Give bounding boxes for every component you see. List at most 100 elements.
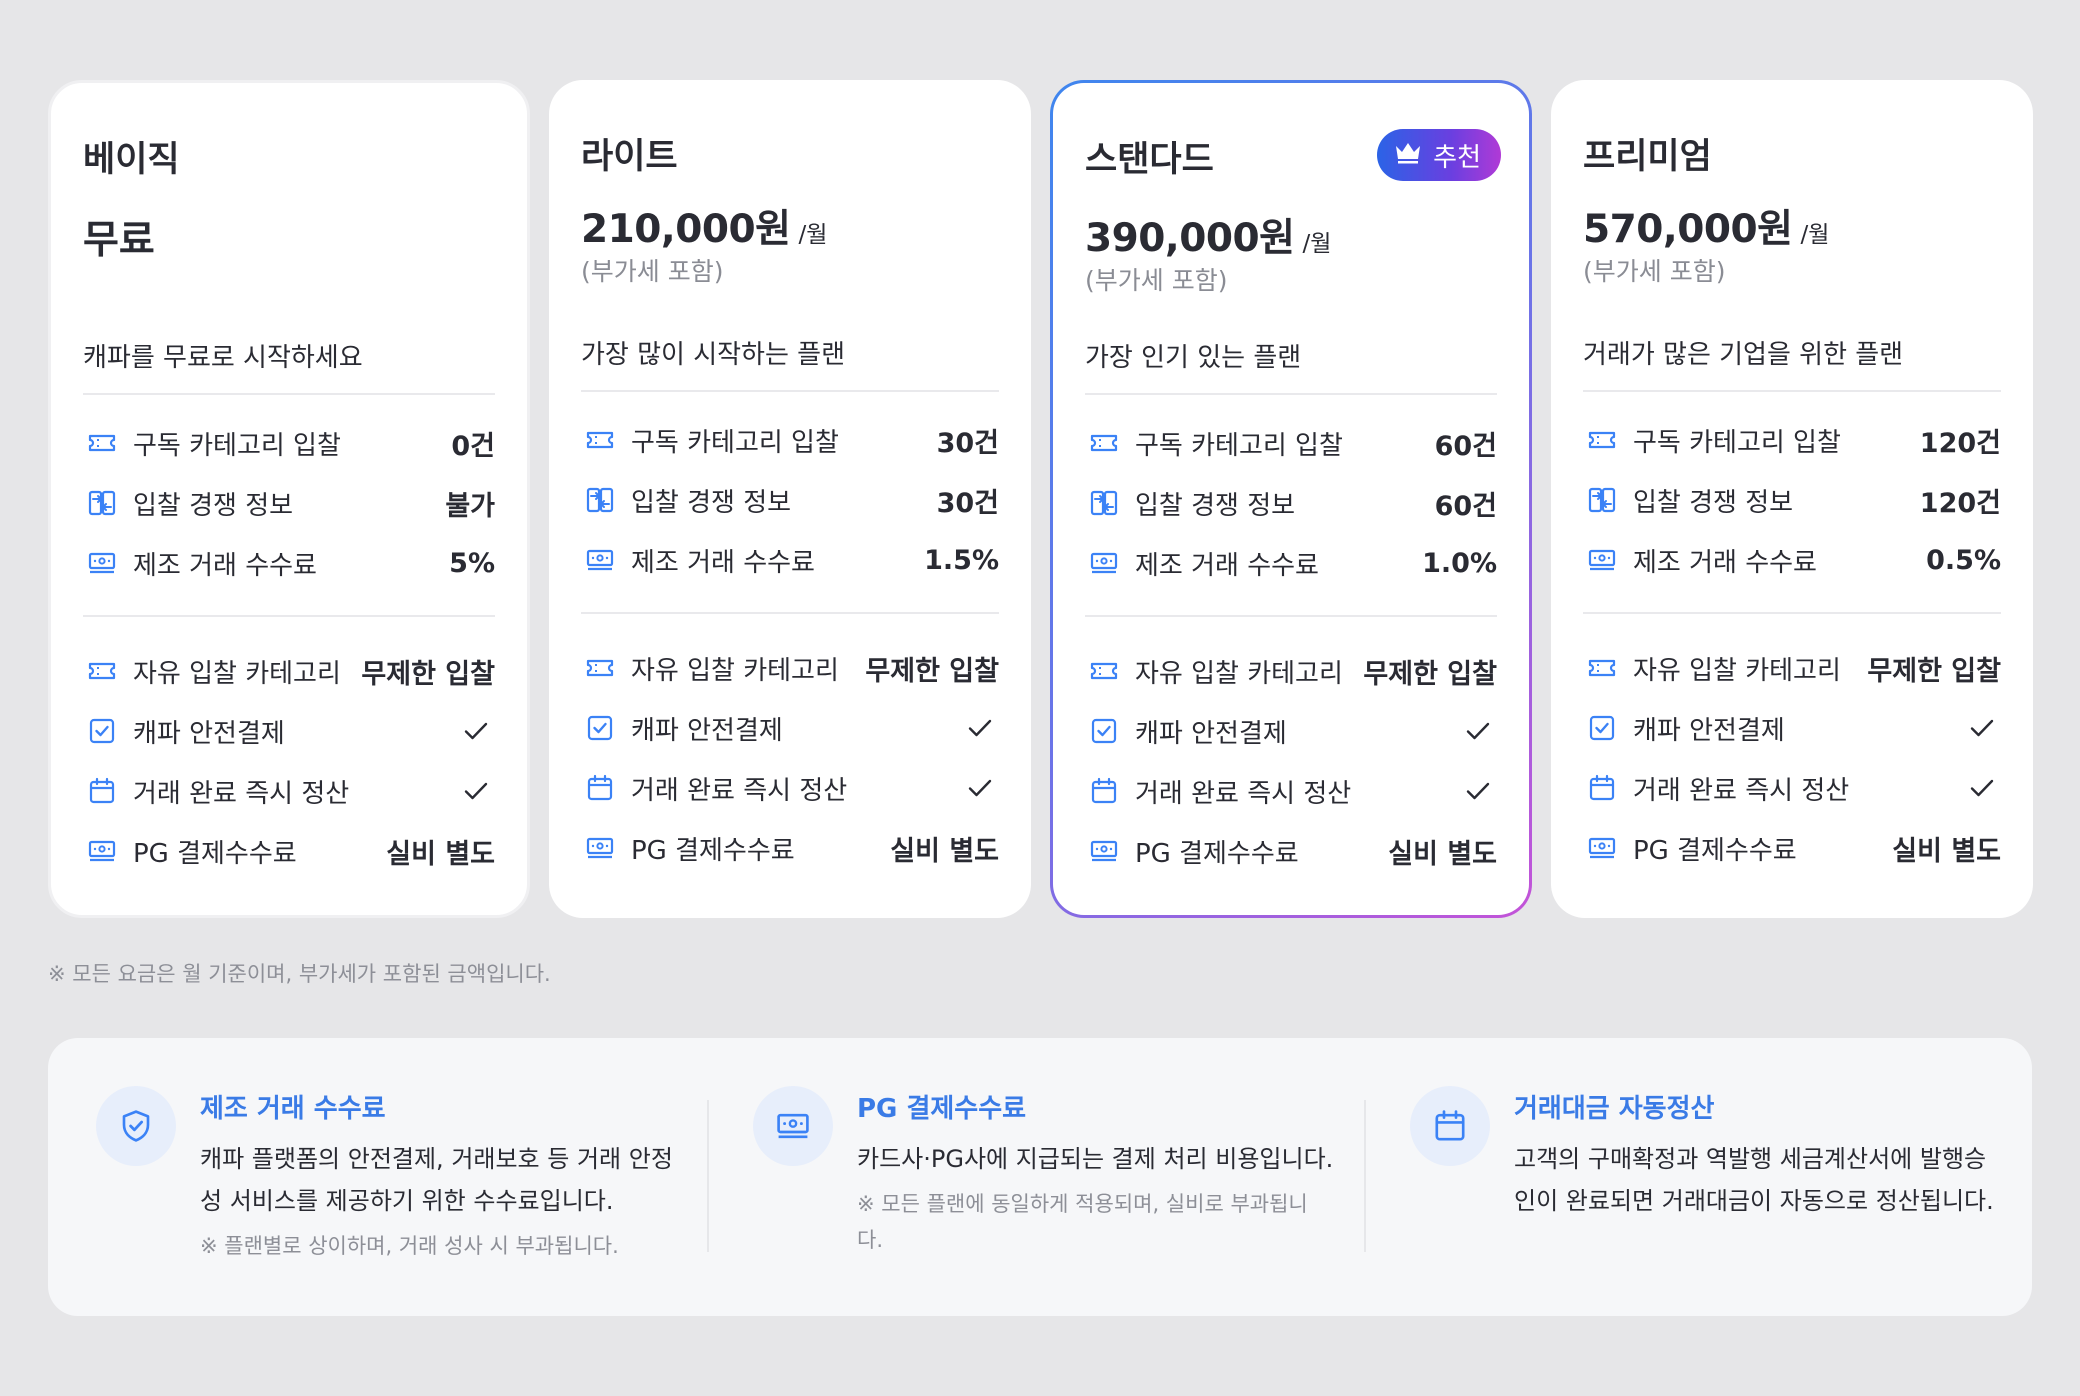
feature-row: 제조 거래 수수료 1.0% (1085, 543, 1497, 583)
checkmark-icon (1463, 716, 1493, 746)
feature-row: PG 결제수수료 실비 별도 (581, 828, 999, 868)
feature-label: 캐파 안전결제 (1135, 718, 1287, 749)
feature-row: 입찰 경쟁 정보 30건 (581, 480, 999, 520)
info-body: 카드사·PG사에 지급되는 결제 처리 비용입니다. (857, 1138, 1333, 1180)
info-title: 거래대금 자동정산 (1514, 1094, 1715, 1124)
feature-row: 거래 완료 즉시 정산 (1583, 768, 2001, 808)
feature-row: PG 결제수수료 실비 별도 (83, 831, 495, 871)
calendar-icon (1089, 776, 1119, 806)
plan-card-basic[interactable]: 베이직 무료 캐파를 무료로 시작하세요 구독 카테고리 입찰 0건 입찰 경쟁 정보 불가… (48, 80, 530, 918)
feature-value: 120건 (1919, 427, 2001, 459)
checkbox-icon (585, 713, 615, 743)
pricing-note: ※ 모든 요금은 월 기준이며, 부가세가 포함된 금액입니다. (48, 962, 551, 986)
info-subnote-line: ※ 플랜별로 상이하며, 거래 성사 시 부과됩니다. (200, 1234, 619, 1258)
checkbox-icon (87, 716, 117, 746)
shield-check-icon (96, 1086, 176, 1166)
feature-label: 제조 거래 수수료 (631, 547, 815, 578)
compare-icon (1089, 488, 1119, 518)
checkmark-icon (461, 776, 491, 806)
feature-value: 0건 (451, 430, 495, 462)
feature-label: 제조 거래 수수료 (1633, 547, 1817, 578)
divider (1583, 390, 2001, 392)
plan-card-featured[interactable]: 스탠다드 추천 390,000원/월 (부가세 포함) 가장 인기 있는 플랜 구독 카테… (1050, 80, 1532, 918)
compare-icon (87, 488, 117, 518)
money-icon (1587, 833, 1617, 863)
feature-row: 입찰 경쟁 정보 불가 (83, 483, 495, 523)
feature-value: 30건 (936, 487, 999, 519)
plan-price: 210,000원 (581, 207, 791, 252)
plan-price: 570,000원 (1583, 207, 1793, 252)
feature-value: 무제한 입찰 (1363, 658, 1497, 690)
divider (1085, 615, 1497, 617)
plan-name: 베이직 (83, 140, 180, 180)
feature-row: PG 결제수수료 실비 별도 (1085, 831, 1497, 871)
feature-row: 입찰 경쟁 정보 60건 (1085, 483, 1497, 523)
info-title: PG 결제수수료 (857, 1094, 1027, 1124)
divider (581, 612, 999, 614)
feature-value: 0.5% (1926, 544, 2001, 576)
feature-label: 캐파 안전결제 (631, 715, 783, 746)
checkmark-icon (965, 713, 995, 743)
money-icon (753, 1086, 833, 1166)
ticket-icon (1089, 428, 1119, 458)
feature-label: 입찰 경쟁 정보 (133, 490, 294, 521)
feature-row: 자유 입찰 카테고리 무제한 입찰 (1583, 648, 2001, 688)
checkmark-icon (1967, 773, 1997, 803)
feature-value: 60건 (1434, 430, 1497, 462)
feature-row: 거래 완료 즉시 정산 (1085, 771, 1497, 811)
feature-row: 구독 카테고리 입찰 120건 (1583, 420, 2001, 460)
price-row: 210,000원/월 (581, 198, 827, 254)
plan-description: 가장 인기 있는 플랜 (1085, 343, 1302, 373)
info-subnote-line: ※ 모든 플랜에 동일하게 적용되며, 실비로 부과됩니 (857, 1192, 1308, 1216)
crown-icon (1393, 137, 1423, 174)
ticket-icon (87, 428, 117, 458)
info-title: 제조 거래 수수료 (200, 1094, 386, 1124)
feature-row: PG 결제수수료 실비 별도 (1583, 828, 2001, 868)
divider (83, 615, 495, 617)
feature-value: 실비 별도 (890, 835, 999, 867)
feature-label: 구독 카테고리 입찰 (631, 427, 839, 458)
checkmark-icon (965, 773, 995, 803)
info-subnote: ※ 모든 플랜에 동일하게 적용되며, 실비로 부과됩니 다. (857, 1186, 1308, 1258)
column-divider (707, 1100, 709, 1252)
feature-label: 자유 입찰 카테고리 (631, 655, 839, 686)
plan-description: 가장 많이 시작하는 플랜 (581, 340, 845, 370)
info-body: 고객의 구매확정과 역발행 세금계산서에 발행승 인이 완료되면 거래대금이 자동… (1514, 1138, 1994, 1222)
feature-value: 무제한 입찰 (361, 658, 495, 690)
feature-row: 캐파 안전결제 (1583, 708, 2001, 748)
feature-row: 제조 거래 수수료 0.5% (1583, 540, 2001, 580)
feature-row: 자유 입찰 카테고리 무제한 입찰 (83, 651, 495, 691)
money-icon (1089, 836, 1119, 866)
info-subnote: ※ 플랜별로 상이하며, 거래 성사 시 부과됩니다. (200, 1228, 619, 1264)
ticket-icon (1587, 425, 1617, 455)
plan-card-premium[interactable]: 프리미엄 570,000원/월 (부가세 포함) 거래가 많은 기업을 위한 플랜 구독… (1551, 80, 2033, 918)
money-icon (1587, 545, 1617, 575)
feature-value: 실비 별도 (1892, 835, 2001, 867)
calendar-icon (1410, 1086, 1490, 1166)
calendar-icon (87, 776, 117, 806)
feature-value: 실비 별도 (386, 838, 495, 870)
feature-row: 거래 완료 즉시 정산 (83, 771, 495, 811)
checkbox-icon (1587, 713, 1617, 743)
vat-note: (부가세 포함) (1085, 266, 1228, 295)
divider (581, 390, 999, 392)
calendar-icon (1587, 773, 1617, 803)
money-icon (1089, 548, 1119, 578)
feature-row: 거래 완료 즉시 정산 (581, 768, 999, 808)
feature-row: 자유 입찰 카테고리 무제한 입찰 (581, 648, 999, 688)
info-body-line: 인이 완료되면 거래대금이 자동으로 정산됩니다. (1514, 1187, 1994, 1215)
feature-row: 구독 카테고리 입찰 0건 (83, 423, 495, 463)
price-row: 390,000원/월 (1085, 207, 1331, 263)
feature-row: 제조 거래 수수료 1.5% (581, 540, 999, 580)
plan-price: 무료 (83, 218, 155, 263)
plan-card-lite[interactable]: 라이트 210,000원/월 (부가세 포함) 가장 많이 시작하는 플랜 구독 카테고… (549, 80, 1031, 918)
feature-label: PG 결제수수료 (133, 838, 297, 869)
feature-label: 구독 카테고리 입찰 (1633, 427, 1841, 458)
ticket-icon (1089, 656, 1119, 686)
price-period: /월 (1800, 222, 1830, 248)
feature-value: 불가 (445, 490, 495, 522)
feature-label: 자유 입찰 카테고리 (133, 658, 341, 689)
feature-label: 자유 입찰 카테고리 (1633, 655, 1841, 686)
badge-label: 추천 (1433, 142, 1481, 173)
feature-value: 무제한 입찰 (1867, 655, 2001, 687)
